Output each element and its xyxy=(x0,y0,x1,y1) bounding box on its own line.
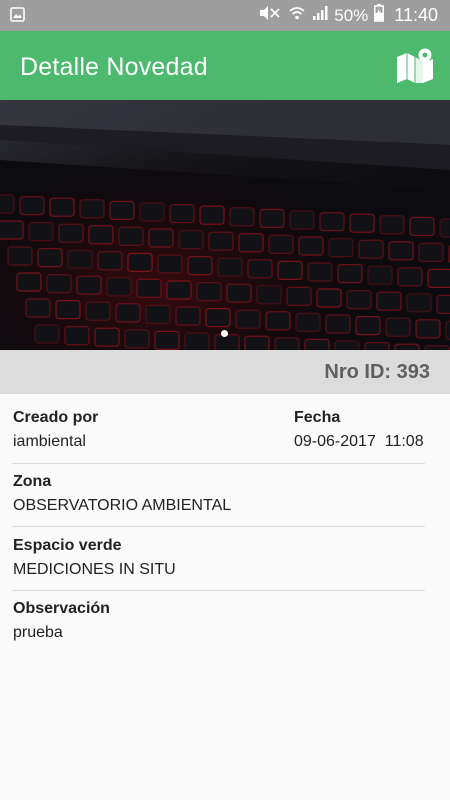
espacio-verde-value: MEDICIONES IN SITU xyxy=(13,561,176,578)
page-title: Detalle Novedad xyxy=(20,53,208,81)
zona-value: OBSERVATORIO AMBIENTAL xyxy=(13,497,232,514)
espacio-verde-label: Espacio verde xyxy=(13,537,122,554)
zona-label: Zona xyxy=(13,473,52,490)
map-icon xyxy=(397,48,433,83)
battery-percentage: 50% xyxy=(334,5,369,25)
record-id: Nro ID: 393 xyxy=(324,361,430,383)
wifi-icon xyxy=(288,4,306,27)
clock: 11:40 xyxy=(394,5,438,25)
fecha-label: Fecha xyxy=(294,409,341,426)
observacion-label: Observación xyxy=(13,600,110,617)
fecha-value: 09-06-2017 11:08 xyxy=(294,433,424,450)
mute-icon xyxy=(258,4,282,27)
creado-por-value: iambiental xyxy=(13,433,86,450)
divider xyxy=(12,526,425,527)
divider xyxy=(12,463,425,464)
observacion-value: prueba xyxy=(13,624,63,641)
map-button[interactable] xyxy=(394,45,436,87)
divider xyxy=(12,590,425,591)
pager-dot xyxy=(221,330,228,337)
id-bar: Nro ID: 393 xyxy=(0,350,450,394)
creado-por-label: Creado por xyxy=(13,409,99,426)
image-icon xyxy=(10,7,25,27)
battery-icon xyxy=(374,4,385,27)
photo-carousel[interactable] xyxy=(0,100,450,350)
signal-icon xyxy=(312,5,328,26)
status-bar: 50% 11:40 xyxy=(0,0,450,31)
keyboard-photo xyxy=(0,100,450,350)
app-bar: Detalle Novedad xyxy=(0,31,450,100)
